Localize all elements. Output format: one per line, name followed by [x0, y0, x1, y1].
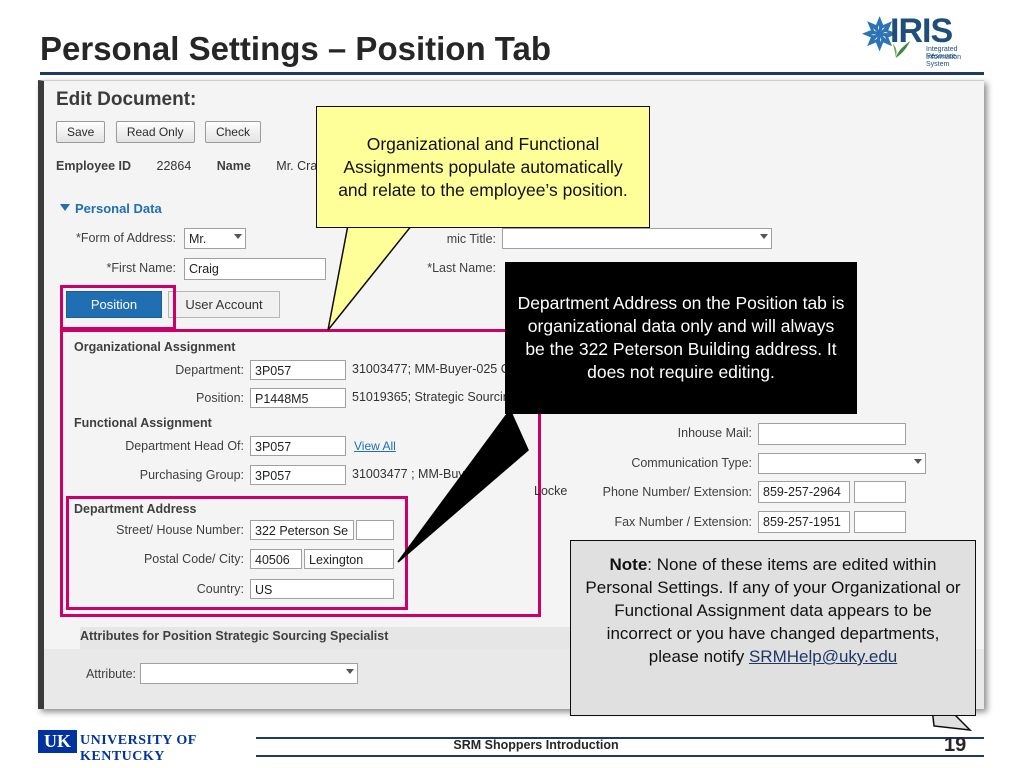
leaf-icon	[893, 41, 910, 58]
postal-code-input[interactable]: 40506	[250, 549, 302, 569]
toolbar: Save Read Only Check	[56, 121, 267, 143]
purchasing-group-label: Purchasing Group:	[139, 468, 244, 482]
department-label: Department:	[175, 363, 244, 377]
position-input[interactable]: P1448M5	[250, 388, 346, 408]
personal-data-label: Personal Data	[75, 201, 162, 216]
purchasing-group-input[interactable]: 3P057	[250, 465, 346, 485]
uk-logo: UK UNIVERSITY OF KENTUCKY	[38, 730, 253, 764]
footer-text: SRM Shoppers Introduction	[453, 738, 619, 752]
attribute-label: Attribute:	[85, 667, 136, 681]
department-input[interactable]: 3P057	[250, 360, 346, 380]
position-label: Position:	[196, 391, 244, 405]
country-input[interactable]: US	[250, 579, 394, 599]
form-of-address-value: Mr.	[189, 232, 207, 246]
attributes-section-title: Attributes for Position Strategic Sourci…	[80, 629, 389, 643]
employee-id-value: 22864	[156, 159, 192, 173]
callout-department-address-text: Department Address on the Position tab i…	[505, 262, 857, 414]
department-head-input[interactable]: 3P057	[250, 436, 346, 456]
uk-logo-text: UNIVERSITY OF KENTUCKY	[80, 733, 197, 764]
uk-logo-mark: UK	[38, 730, 77, 753]
first-name-label: *First Name:	[106, 261, 176, 275]
title-divider	[40, 72, 984, 75]
employee-id-label: Employee ID	[56, 159, 132, 173]
note-bold-label: Note	[609, 555, 648, 574]
iris-logo: ✵ IRIS Integrated Resource Information S…	[862, 8, 984, 69]
department-address-title: Department Address	[74, 502, 197, 516]
callout-note: Note: None of these items are edited wit…	[570, 540, 976, 716]
phone-number-label: Phone Number/ Extension:	[602, 485, 752, 499]
phone-extension-input[interactable]	[854, 481, 906, 503]
fax-number-label: Fax Number / Extension:	[614, 515, 752, 529]
fax-number-input[interactable]: 859-257-1951	[758, 511, 850, 533]
chevron-down-icon	[60, 204, 70, 211]
inhouse-mail-label: Inhouse Mail:	[677, 426, 752, 440]
organizational-assignment-title: Organizational Assignment	[74, 340, 236, 354]
country-label: Country:	[196, 582, 244, 596]
footer-divider-bottom	[256, 755, 984, 757]
yellow-callout-tail	[327, 225, 413, 331]
edit-document-heading: Edit Document:	[56, 89, 197, 110]
callout-note-body: Note: None of these items are edited wit…	[570, 540, 976, 716]
callout-org-functional-text: Organizational and Functional Assignment…	[316, 106, 650, 228]
employee-identity-row: Employee ID 22864 Name Mr. Craig L	[56, 159, 359, 173]
inhouse-mail-input[interactable]	[758, 423, 906, 445]
postal-code-city-label: Postal Code/ City:	[143, 552, 244, 566]
street-house-number-label: Street/ House Number:	[116, 523, 244, 537]
chevron-down-icon	[346, 669, 354, 674]
chevron-down-icon	[234, 234, 242, 239]
iris-logo-subtitle-2: Information System	[926, 54, 962, 68]
save-button[interactable]: Save	[56, 121, 106, 143]
fax-extension-input[interactable]	[854, 511, 906, 533]
chevron-down-icon	[914, 459, 922, 464]
black-callout-tail	[397, 410, 529, 563]
communication-type-select[interactable]	[758, 453, 926, 474]
page-number: 19	[944, 734, 967, 756]
position-description: 51019365; Strategic Sourcin	[352, 390, 510, 404]
read-only-button[interactable]: Read Only	[115, 121, 195, 143]
functional-assignment-title: Functional Assignment	[74, 416, 212, 430]
department-head-label: Department Head Of:	[125, 439, 244, 453]
callout-org-functional: Organizational and Functional Assignment…	[316, 106, 650, 228]
srm-help-email-link[interactable]: SRMHelp@uky.edu	[749, 647, 897, 666]
personal-data-section-header[interactable]: Personal Data	[60, 201, 162, 216]
attribute-select[interactable]	[140, 663, 358, 684]
slide-root: Personal Settings – Position Tab ✵ IRIS …	[0, 0, 1024, 768]
employee-name-label: Name	[216, 159, 251, 173]
form-of-address-select[interactable]: Mr.	[184, 228, 246, 249]
form-of-address-label: *Form of Address:	[75, 231, 176, 245]
callout-department-address: Department Address on the Position tab i…	[505, 262, 857, 414]
check-button[interactable]: Check	[204, 121, 261, 143]
phone-number-input[interactable]: 859-257-2964	[758, 481, 850, 503]
department-description: 31003477; MM-Buyer-025 C	[352, 362, 510, 376]
street-input[interactable]: 322 Peterson Se	[250, 520, 354, 540]
purchasing-group-trailing-text: Locke	[534, 484, 568, 498]
communication-type-label: Communication Type:	[631, 456, 752, 470]
chevron-down-icon	[760, 234, 768, 239]
tab-user-account[interactable]: User Account	[168, 291, 280, 318]
tab-position-highlight	[60, 285, 176, 330]
page-title: Personal Settings – Position Tab	[40, 30, 551, 67]
academic-title-label: mic Title:	[446, 232, 496, 246]
academic-title-select[interactable]	[502, 228, 772, 249]
